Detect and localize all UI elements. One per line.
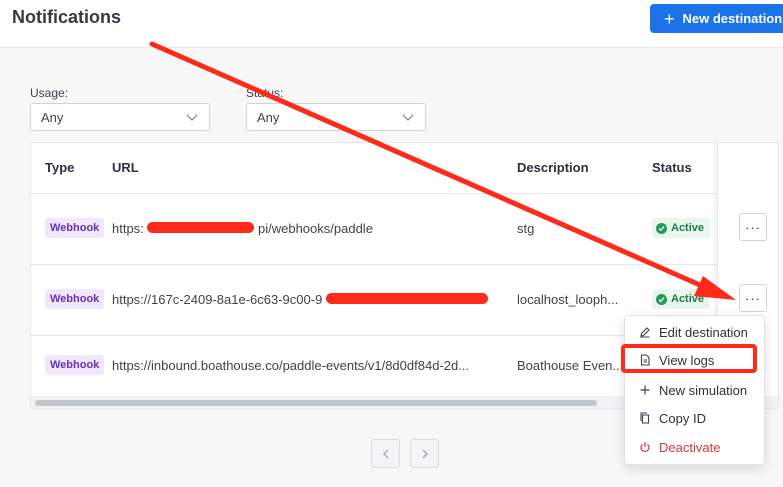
pencil-icon [640, 327, 650, 338]
status-label: Active [671, 293, 705, 305]
type-badge: Webhook [45, 289, 105, 309]
row-more-button[interactable]: ··· [739, 213, 767, 241]
redaction-mark [326, 293, 488, 304]
new-destination-label: New destination [682, 11, 783, 26]
status-badge: Active [652, 289, 711, 309]
column-header-url: URL [112, 160, 139, 175]
check-circle-icon [656, 222, 667, 234]
check-circle-icon [656, 293, 667, 305]
column-header-type: Type [45, 160, 75, 175]
page-title: Notifications [12, 7, 122, 27]
url-cell-suffix: pi/webhooks/paddle [258, 221, 373, 236]
menu-item-new-simulation[interactable]: New simulation [625, 377, 764, 403]
usage-select-value: Any [41, 109, 64, 125]
menu-item-label: Edit destination [659, 324, 748, 340]
page-header: Notifications + New destination [0, 0, 783, 48]
chevron-down-icon [402, 114, 414, 121]
status-filter-label: Status: [246, 86, 284, 100]
plus-icon: + [664, 8, 675, 29]
chevron-down-icon [186, 114, 198, 121]
table-row[interactable]: Webhook https: pi/webhooks/paddle stg Ac… [31, 194, 778, 265]
chevron-left-icon [382, 449, 388, 458]
column-header-description: Description [517, 160, 589, 175]
description-cell: Boathouse Even... [517, 358, 624, 373]
url-cell: https://167c-2409-8a1e-6c63-9c00-9 [112, 292, 323, 307]
description-cell: localhost_looph... [517, 292, 619, 307]
menu-item-deactivate[interactable]: Deactivate [625, 434, 764, 460]
status-label: Active [671, 222, 705, 234]
chevron-right-icon [422, 449, 428, 458]
scrollbar-thumb[interactable] [35, 400, 597, 406]
menu-item-label: Deactivate [659, 439, 721, 455]
status-badge: Active [652, 218, 711, 238]
table-header-row: Type URL Description Status [31, 143, 778, 194]
type-badge: Webhook [45, 355, 105, 375]
menu-item-copy-id[interactable]: Copy ID [625, 405, 764, 431]
status-select[interactable]: Any [246, 103, 426, 131]
new-destination-button[interactable]: + New destination [650, 4, 783, 33]
previous-page-button[interactable] [371, 439, 400, 468]
next-page-button[interactable] [410, 439, 439, 468]
annotation-highlight-box [621, 344, 757, 373]
plus-icon [640, 385, 650, 395]
menu-item-label: New simulation [659, 382, 748, 398]
menu-item-label: Copy ID [659, 410, 706, 426]
usage-select[interactable]: Any [30, 103, 210, 131]
usage-filter-label: Usage: [30, 86, 69, 100]
row-more-button[interactable]: ··· [739, 284, 767, 312]
status-select-value: Any [257, 109, 280, 125]
copy-icon [640, 412, 650, 424]
url-cell: https://inbound.boathouse.co/paddle-even… [112, 358, 470, 373]
description-cell: stg [517, 221, 535, 236]
column-header-status: Status [652, 160, 692, 175]
row-actions-menu: Edit destination View logs New simulatio… [624, 315, 765, 465]
url-cell-prefix: https: [112, 221, 144, 236]
type-badge: Webhook [45, 218, 105, 238]
menu-item-edit-destination[interactable]: Edit destination [625, 319, 764, 345]
redaction-mark [147, 222, 254, 233]
power-icon [640, 442, 650, 452]
